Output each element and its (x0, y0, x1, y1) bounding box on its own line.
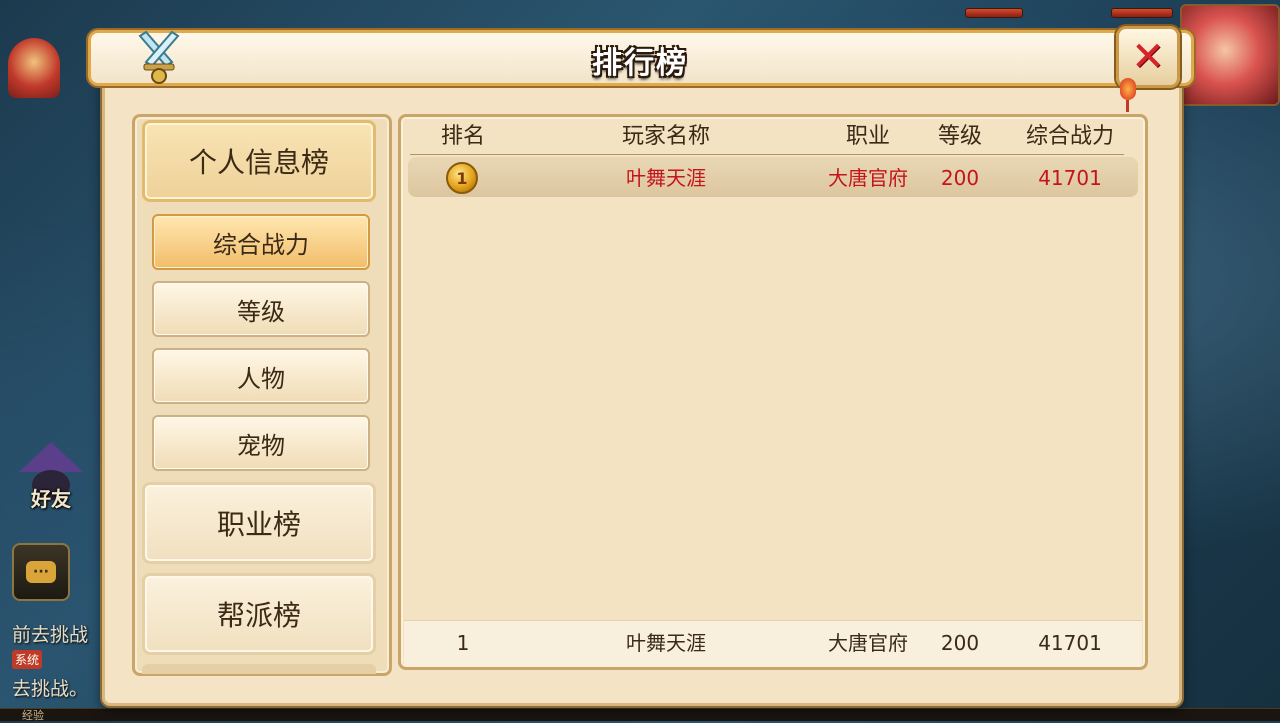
my-level: 200 (940, 631, 980, 655)
page-title: 排行榜 (592, 46, 688, 81)
row-player-name: 叶舞天涯 (626, 166, 706, 190)
subtab-label: 人物 (237, 364, 285, 393)
subtab-character[interactable]: 人物 (152, 348, 370, 404)
mp-bar (1111, 8, 1173, 18)
header-player-name: 玩家名称 (621, 124, 710, 149)
wizard-hat-icon (19, 442, 83, 472)
exp-label: 经验 (22, 709, 44, 722)
header-rank: 排名 (440, 124, 485, 149)
nav-scroll-hint (142, 664, 376, 674)
close-icon: ✕ (1131, 34, 1165, 80)
chat-message-line1: 前去挑战 (12, 624, 89, 646)
category-label: 职业榜 (216, 508, 301, 541)
friends-button[interactable]: 好友 (16, 440, 86, 512)
status-bars (925, 4, 1173, 30)
event-avatar-icon[interactable] (8, 38, 60, 98)
chat-bubble-icon: ··· (26, 561, 56, 583)
header-level: 等级 (937, 124, 982, 149)
category-guild[interactable]: 帮派榜 (142, 573, 376, 655)
category-label: 个人信息榜 (188, 146, 329, 179)
subtab-combat-power[interactable]: 综合战力 (152, 214, 370, 270)
header-divider (410, 154, 1124, 155)
row-combat-power: 41701 (1038, 166, 1102, 190)
lantern-tassel (1126, 100, 1129, 112)
crossed-swords-icon (126, 26, 192, 92)
system-tag: 系统 (12, 650, 43, 669)
header-combat-power: 综合战力 (1025, 124, 1114, 149)
gold-medal-icon: 1 (446, 162, 478, 194)
exp-bar: 经验 (0, 708, 1280, 722)
subtab-label: 综合战力 (213, 230, 309, 259)
row-job: 大唐官府 (828, 166, 908, 190)
category-personal-info[interactable]: 个人信息榜 (142, 120, 376, 202)
subtab-pet[interactable]: 宠物 (152, 415, 370, 471)
subtab-label: 宠物 (237, 431, 285, 460)
lantern-icon (1120, 78, 1136, 100)
subtab-label: 等级 (237, 297, 285, 326)
chat-button[interactable]: ··· (12, 543, 70, 601)
my-job: 大唐官府 (828, 631, 908, 655)
my-rank: 1 (456, 631, 470, 655)
category-profession[interactable]: 职业榜 (142, 482, 376, 564)
chat-message-line2: 去挑战。 (12, 678, 89, 700)
hp-bar (965, 8, 1023, 18)
category-label: 帮派榜 (216, 599, 301, 632)
header-job: 职业 (845, 124, 890, 149)
my-combat-power: 41701 (1038, 631, 1102, 655)
my-player-name: 叶舞天涯 (626, 631, 706, 655)
row-level: 200 (940, 166, 980, 190)
subtab-level[interactable]: 等级 (152, 281, 370, 337)
friends-label: 好友 (31, 487, 71, 511)
player-portrait[interactable] (1180, 4, 1280, 106)
